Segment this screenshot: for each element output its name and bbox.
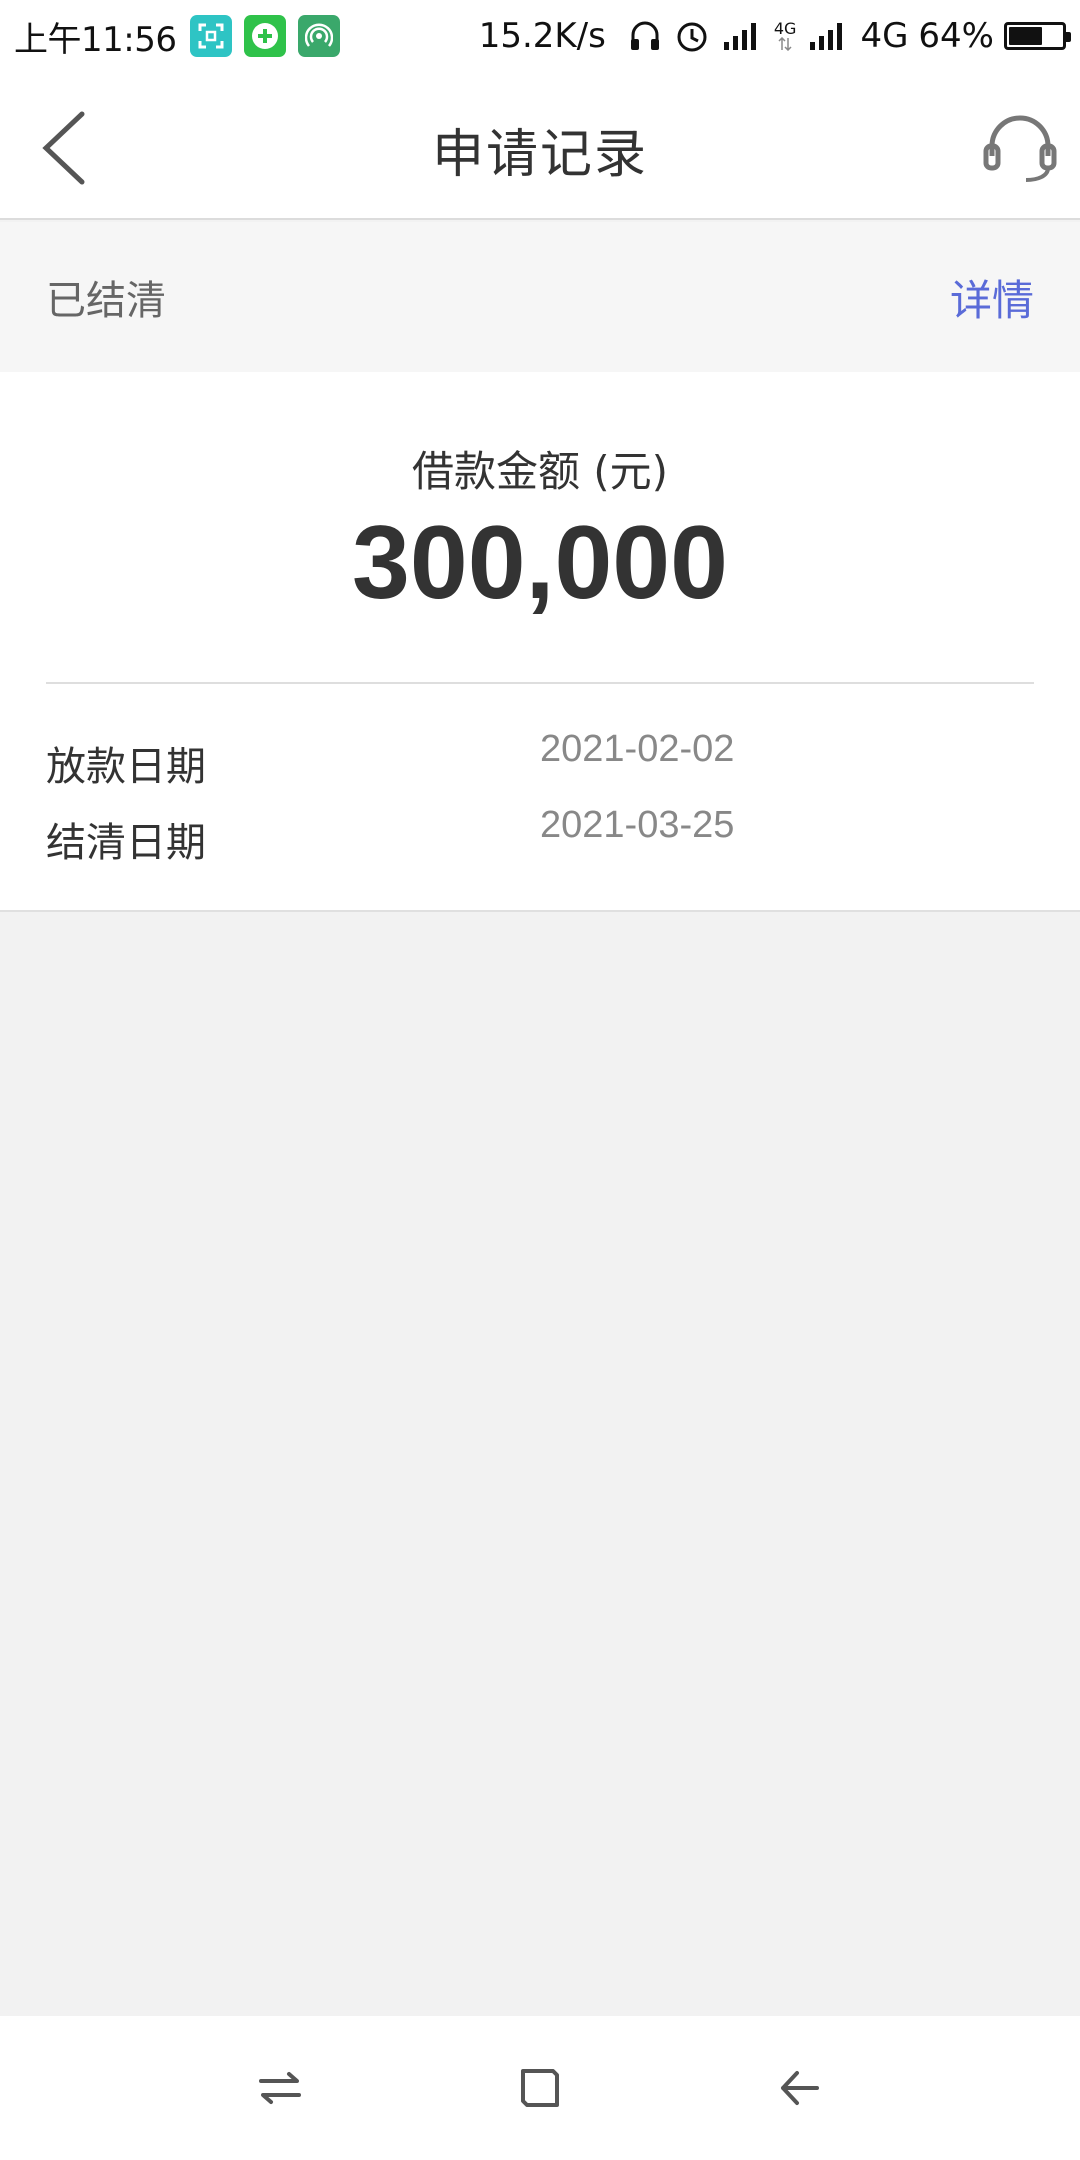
nav-bar: 申请记录: [0, 72, 1080, 220]
status-right: 15.2K/s 4G 4G 64%: [478, 16, 1071, 56]
settlement-date-label: 结清日期: [46, 820, 206, 866]
divider: [46, 682, 1034, 684]
page-title: 申请记录: [431, 125, 648, 185]
network-type: 4G: [860, 16, 909, 56]
scan-app-icon: [190, 15, 233, 57]
plus-app-icon: [244, 15, 287, 57]
loan-card: 借款金额 (元) 300,000 放款日期 2021-02-02 结清日期 20…: [0, 372, 1080, 912]
signal-icon: [722, 20, 762, 52]
record-status: 已结清: [46, 278, 166, 324]
disbursement-date-value: 2021-02-02: [540, 728, 735, 770]
battery-icon: [1004, 22, 1071, 50]
recent-apps-button[interactable]: [240, 2048, 320, 2128]
battery-percent: 64%: [918, 16, 994, 56]
square-icon: [521, 2069, 559, 2107]
headphones-icon: [628, 19, 662, 53]
network-type-small: 4G: [774, 21, 796, 51]
disbursement-date-row: 放款日期 2021-02-02: [46, 728, 1034, 794]
alarm-icon: [674, 18, 710, 54]
settlement-date-value: 2021-03-25: [540, 804, 735, 846]
system-nav-bar: [0, 2016, 1080, 2160]
amount-value: 300,000: [352, 505, 728, 621]
status-left: 上午11:56: [14, 12, 352, 61]
customer-service-button[interactable]: [980, 108, 1060, 188]
disbursement-date-label: 放款日期: [46, 744, 206, 790]
battery-fill: [1009, 27, 1043, 45]
home-button[interactable]: [500, 2048, 580, 2128]
signal-icon-2: [808, 20, 848, 52]
system-back-button[interactable]: [760, 2048, 840, 2128]
status-time: 上午11:56: [14, 19, 177, 60]
net-speed: 15.2K/s: [478, 16, 606, 56]
detail-link[interactable]: 详情: [950, 267, 1034, 328]
screen: 上午11:56 15.2K/s 4G 4G 64% 申请记录 已结清 详情 借款…: [0, 0, 1080, 2160]
back-arrow-icon: [781, 2071, 819, 2105]
headset-icon: [983, 115, 1057, 182]
amount-label: 借款金额 (元): [411, 447, 669, 496]
hotspot-app-icon: [298, 15, 341, 57]
settlement-date-row: 结清日期 2021-03-25: [46, 804, 1034, 870]
record-status-row: 已结清 详情: [0, 222, 1080, 372]
switch-arrows-icon: [259, 2072, 301, 2104]
status-bar: 上午11:56 15.2K/s 4G 4G 64%: [0, 0, 1080, 72]
